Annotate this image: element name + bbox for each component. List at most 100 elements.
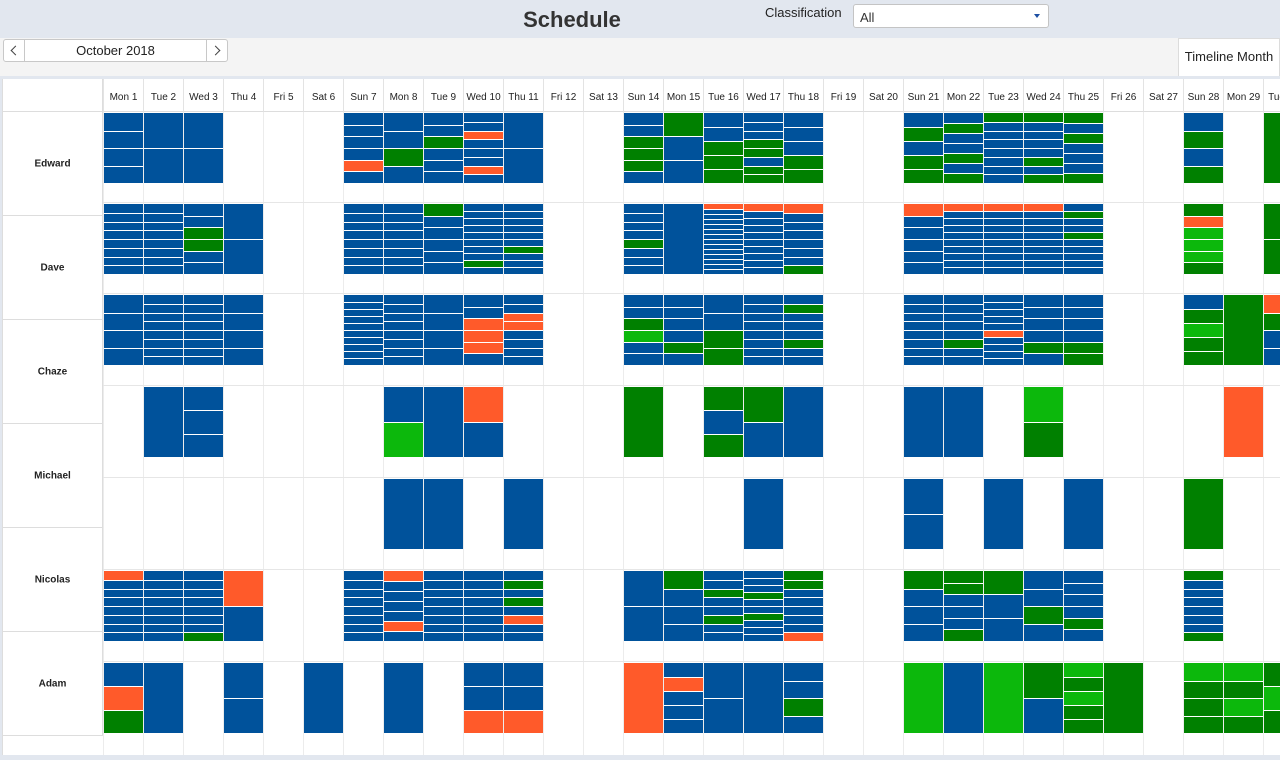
event-block-green[interactable] [1024, 156, 1063, 166]
event-block-blue[interactable] [1064, 267, 1103, 274]
event-block-blue[interactable] [1064, 295, 1103, 307]
event-block-blue[interactable] [424, 614, 463, 624]
event-block-blue[interactable] [904, 387, 943, 457]
event-block-blue[interactable] [304, 663, 343, 733]
event-block-orange[interactable] [944, 204, 983, 211]
event-block-blue[interactable] [424, 148, 463, 160]
event-block-blue[interactable] [344, 623, 383, 633]
event-block-blue[interactable] [344, 337, 383, 344]
event-block-blue[interactable] [384, 387, 423, 422]
event-block-blue[interactable] [344, 579, 383, 589]
event-block-blue[interactable] [104, 623, 143, 633]
event-block-green[interactable] [1184, 479, 1223, 549]
event-block-blue[interactable] [384, 130, 423, 148]
event-block-blue[interactable] [1184, 623, 1223, 633]
event-block-blue[interactable] [904, 338, 943, 348]
event-block-blue[interactable] [1024, 253, 1063, 260]
event-block-blue[interactable] [1024, 218, 1063, 225]
event-block-blue[interactable] [1024, 239, 1063, 246]
event-block-blue[interactable] [984, 323, 1023, 330]
event-block-green[interactable] [1064, 211, 1103, 218]
event-block-blue[interactable] [424, 330, 463, 348]
event-block-blue[interactable] [104, 663, 143, 687]
event-block-blue[interactable] [424, 113, 463, 125]
event-block-blue[interactable] [344, 632, 383, 641]
event-block-green[interactable] [744, 592, 783, 599]
event-block-orange[interactable] [504, 709, 543, 733]
event-block-blue[interactable] [504, 330, 543, 339]
event-block-blue[interactable] [1264, 347, 1280, 365]
event-block-blue[interactable] [144, 295, 183, 304]
event-block-green[interactable] [704, 330, 743, 348]
event-block-blue[interactable] [184, 588, 223, 598]
event-block-blue[interactable] [984, 316, 1023, 323]
event-block-blue[interactable] [944, 330, 983, 339]
event-block-blue[interactable] [784, 127, 823, 141]
next-month-button[interactable] [206, 39, 228, 62]
event-block-blue[interactable] [904, 356, 943, 365]
event-block-blue[interactable] [664, 719, 703, 733]
event-block-blue[interactable] [744, 606, 783, 613]
event-block-blue[interactable] [464, 204, 503, 211]
event-block-blue[interactable] [744, 225, 783, 232]
event-block-blue[interactable] [384, 581, 423, 591]
event-block-blue[interactable] [144, 239, 183, 248]
event-block-blue[interactable] [1064, 571, 1103, 583]
event-block-blue[interactable] [384, 591, 423, 601]
event-block-green[interactable] [704, 141, 743, 155]
event-block-orange[interactable] [984, 330, 1023, 337]
event-block-blue[interactable] [984, 174, 1023, 183]
event-block-green[interactable] [1224, 295, 1263, 365]
event-block-orange[interactable] [504, 321, 543, 330]
event-block-blue[interactable] [984, 232, 1023, 239]
event-block-blue[interactable] [1064, 143, 1103, 153]
event-block-blue[interactable] [784, 239, 823, 248]
event-block-blue[interactable] [504, 267, 543, 274]
event-block-blue[interactable] [504, 113, 543, 148]
event-block-blue[interactable] [1064, 204, 1103, 211]
event-block-blue[interactable] [184, 571, 223, 580]
event-block-blue[interactable] [744, 246, 783, 253]
event-block-orange[interactable] [784, 632, 823, 641]
event-block-blue[interactable] [144, 588, 183, 598]
event-block-blue[interactable] [144, 230, 183, 239]
event-block-orange[interactable] [1264, 295, 1280, 313]
event-block-blue[interactable] [744, 663, 783, 733]
event-block-blue[interactable] [904, 295, 943, 304]
event-block-blue[interactable] [344, 588, 383, 598]
event-block-blue[interactable] [984, 246, 1023, 253]
event-block-blue[interactable] [144, 212, 183, 222]
event-block-blue[interactable] [144, 356, 183, 365]
event-block-blue[interactable] [984, 225, 1023, 232]
event-block-blue[interactable] [104, 588, 143, 598]
event-block-blue[interactable] [424, 262, 463, 274]
event-block-blue[interactable] [904, 606, 943, 624]
event-block-blue[interactable] [744, 312, 783, 322]
event-block-blue[interactable] [384, 330, 423, 339]
event-block-blue[interactable] [184, 614, 223, 624]
event-block-blue[interactable] [744, 585, 783, 592]
event-block-blue[interactable] [744, 156, 783, 166]
event-block-blue[interactable] [984, 309, 1023, 316]
event-block-blue[interactable] [984, 139, 1023, 148]
event-block-green[interactable] [664, 571, 703, 589]
event-block-blue[interactable] [504, 295, 543, 304]
event-block-blue[interactable] [1064, 153, 1103, 163]
event-block-blue[interactable] [624, 265, 663, 274]
event-block-blue[interactable] [504, 253, 543, 260]
event-block-blue[interactable] [184, 347, 223, 357]
event-block-blue[interactable] [784, 356, 823, 365]
event-block-blue[interactable] [984, 148, 1023, 157]
event-block-blue[interactable] [104, 239, 143, 248]
event-block-blue[interactable] [784, 663, 823, 681]
event-block-green[interactable] [1024, 341, 1063, 354]
event-block-blue[interactable] [104, 614, 143, 624]
event-block-blue[interactable] [504, 260, 543, 267]
event-block-blue[interactable] [224, 663, 263, 698]
event-block-blue[interactable] [384, 247, 423, 257]
event-block-blue[interactable] [424, 250, 463, 263]
event-block-blue[interactable] [504, 571, 543, 580]
event-block-orange[interactable] [904, 204, 943, 216]
event-block-green[interactable] [1184, 632, 1223, 641]
event-block-blue[interactable] [744, 113, 783, 122]
